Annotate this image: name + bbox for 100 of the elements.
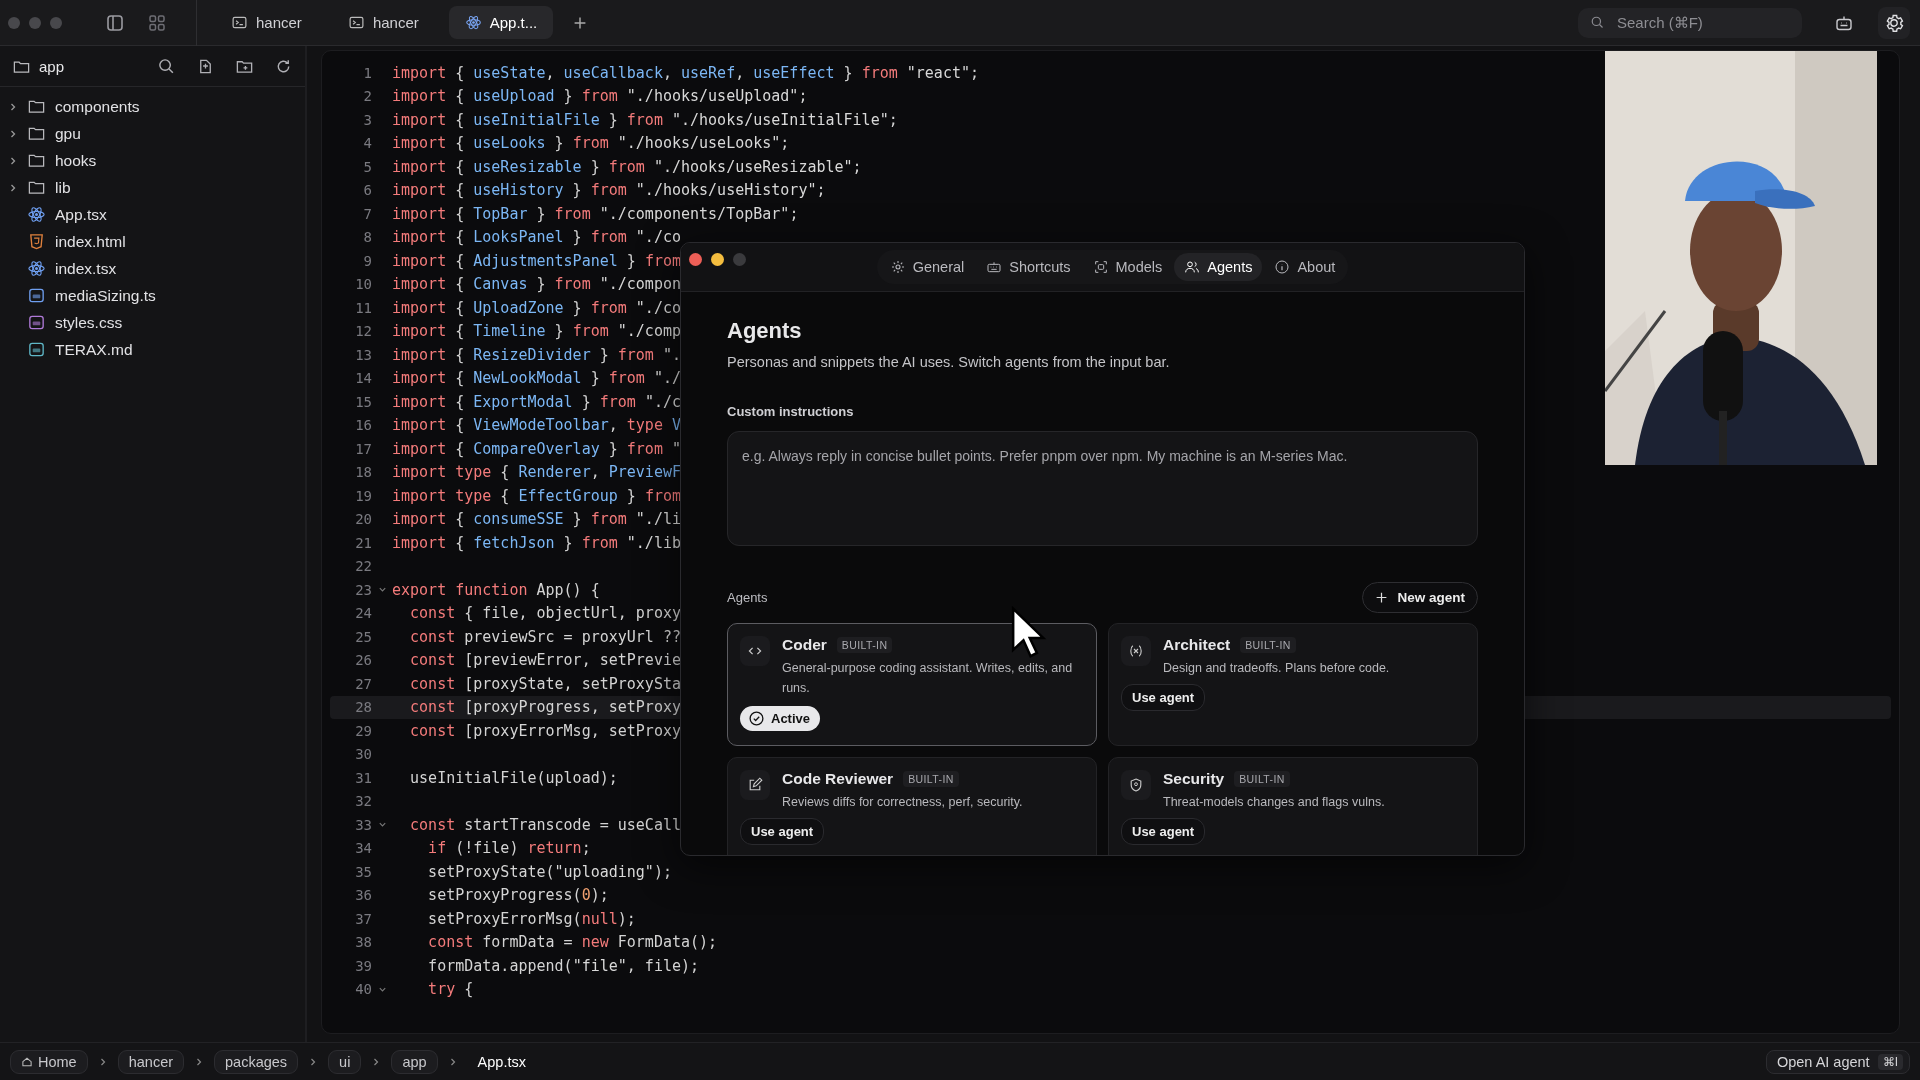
line-number: 8	[362, 229, 372, 246]
use-agent-button[interactable]: Use agent	[1121, 684, 1206, 711]
line-number: 24	[354, 605, 372, 622]
built-in-badge: BUILT-IN	[903, 771, 959, 787]
minimize-dot[interactable]	[711, 253, 724, 266]
file-tree-item[interactable]: hooks	[0, 147, 305, 174]
line-number: 3	[362, 111, 372, 128]
search-input[interactable]: Search (⌘F)	[1615, 13, 1779, 32]
grid-icon[interactable]	[147, 12, 167, 33]
file-tree-item[interactable]: App.tsx	[0, 201, 305, 228]
code-line: const startTranscode = useCall	[409, 815, 681, 834]
chevron-right-icon[interactable]	[8, 101, 18, 112]
line-number: 27	[354, 675, 372, 692]
open-agent-button[interactable]: Open AI agent ⌘I	[1765, 1049, 1910, 1074]
file-tree-item[interactable]: index.html	[0, 228, 305, 255]
agent-description: Design and tradeoffs. Plans before code.	[1163, 660, 1391, 677]
file-badge-icon	[27, 313, 46, 332]
code-line: import { TopBar } from "./components/TopBar";	[392, 204, 799, 223]
chevron-right-icon[interactable]	[8, 155, 18, 166]
people-icon	[1184, 259, 1201, 275]
code-line: setProxyErrorMsg(null);	[427, 909, 636, 928]
settings-icon[interactable]	[1878, 6, 1910, 39]
close-dot[interactable]	[689, 253, 702, 266]
file-tree-item[interactable]: TERAX.md	[0, 336, 305, 363]
code-line: import { UploadZone } from "./co	[392, 298, 681, 317]
settings-tab[interactable]: Shortcuts	[976, 253, 1081, 281]
agent-description: General-purpose coding assistant. Writes, edits, and runs.	[782, 660, 1074, 697]
fold-chevron-icon[interactable]	[377, 585, 387, 595]
code-line: import { useState, useCallback, useRef, useEffect } from "react";	[392, 63, 980, 82]
zoom-dot[interactable]	[50, 16, 62, 29]
built-in-badge: BUILT-IN	[1240, 637, 1296, 653]
line-number: 31	[354, 769, 372, 786]
settings-tab[interactable]: About	[1264, 253, 1346, 281]
breadcrumb-link[interactable]: hancer	[117, 1049, 185, 1074]
code-line: const formData = new FormData();	[427, 933, 718, 952]
line-number: 12	[354, 323, 372, 340]
file-tree-item[interactable]: gpu	[0, 120, 305, 147]
line-number: 28	[354, 699, 372, 716]
settings-tab[interactable]: Models	[1082, 253, 1173, 281]
line-number: 18	[354, 464, 372, 481]
code-line: import { ResizeDivider } from ".	[392, 345, 681, 364]
code-line: const [previewError, setPrevie	[409, 651, 681, 670]
search-icon	[1590, 15, 1605, 30]
zoom-dot[interactable]	[733, 253, 746, 266]
editor-tab[interactable]: hancer	[331, 6, 435, 39]
atom-icon	[27, 259, 46, 278]
check-circle-icon	[748, 710, 765, 727]
agent-card[interactable]: Security BUILT-IN Threat-models changes and flags vulns. Use agent	[1108, 757, 1478, 855]
file-tree-item[interactable]: lib	[0, 174, 305, 201]
minimize-dot[interactable]	[29, 16, 41, 29]
line-number: 37	[354, 910, 372, 927]
code-line: setProxyState("uploading");	[427, 862, 672, 881]
close-dot[interactable]	[8, 16, 20, 29]
file-tree-item[interactable]: index.tsx	[0, 255, 305, 282]
line-number: 34	[354, 840, 372, 857]
agent-name: Code Reviewer	[782, 770, 894, 788]
use-agent-button[interactable]: Use agent	[740, 818, 825, 845]
info-icon	[1274, 259, 1291, 275]
agent-card[interactable]: Architect BUILT-IN Design and tradeoffs. Plans before code. Use agent	[1108, 623, 1478, 746]
line-number: 11	[354, 299, 372, 316]
agent-card[interactable]: Code Reviewer BUILT-IN Reviews diffs for correctness, perf, security. Use agent	[727, 757, 1097, 855]
code-line: const { file, objectUrl, proxy	[409, 604, 681, 623]
instructions-field[interactable]: e.g. Always reply in concise bullet points. Prefer pnpm over npm. My machine is an M-series Mac.	[727, 431, 1478, 546]
new-agent-button[interactable]: New agent	[1362, 582, 1478, 613]
line-number: 17	[354, 440, 372, 457]
code-line: import { useHistory } from "./hooks/useHistory";	[392, 181, 826, 200]
editor-tab[interactable]: hancer	[215, 6, 318, 39]
search-field[interactable]: Search (⌘F)	[1578, 7, 1802, 38]
plus-icon	[1375, 591, 1389, 604]
bracket-x-icon	[1128, 643, 1144, 659]
chevron-right-icon[interactable]	[8, 128, 18, 139]
settings-tab[interactable]: General	[879, 253, 975, 281]
terminal-icon	[347, 14, 365, 31]
agent-name: Architect	[1163, 636, 1231, 654]
code-line: import { fetchJson } from "./lib	[392, 533, 681, 552]
file-tree-item[interactable]: components	[0, 93, 305, 120]
file-tree-item[interactable]: styles.css	[0, 309, 305, 336]
breadcrumb-link[interactable]: Home	[10, 1049, 88, 1074]
breadcrumb-link[interactable]: app	[391, 1049, 438, 1074]
code-line: formData.append("file", file);	[427, 956, 700, 975]
line-number: 25	[354, 628, 372, 645]
line-number: 32	[354, 793, 372, 810]
agent-card[interactable]: Coder BUILT-IN General-purpose coding assistant. Writes, edits, and runs. Active	[727, 623, 1097, 746]
use-agent-button[interactable]: Use agent	[1121, 818, 1206, 845]
fold-chevron-icon[interactable]	[377, 820, 387, 830]
agent-name: Security	[1163, 770, 1225, 788]
code-line: import { useLooks } from "./hooks/useLooks";	[392, 134, 790, 153]
editor-tab[interactable]: App.t...	[448, 6, 554, 39]
code-line: import { Timeline } from "./comp	[392, 322, 681, 341]
sidebar-toggle-icon[interactable]	[105, 12, 125, 33]
line-number: 19	[354, 487, 372, 504]
chevron-right-icon[interactable]	[8, 182, 18, 193]
search-icon[interactable]	[157, 56, 176, 76]
settings-tab[interactable]: Agents	[1174, 253, 1263, 281]
breadcrumb-link[interactable]: packages	[214, 1049, 299, 1074]
file-tree-item[interactable]: mediaSizing.ts	[0, 282, 305, 309]
breadcrumb-link[interactable]: ui	[328, 1049, 362, 1074]
line-number: 22	[354, 558, 372, 575]
section-label: Agents	[727, 590, 768, 605]
code-line: import { useInitialFile } from "./hooks/useInitialFile";	[392, 110, 898, 129]
